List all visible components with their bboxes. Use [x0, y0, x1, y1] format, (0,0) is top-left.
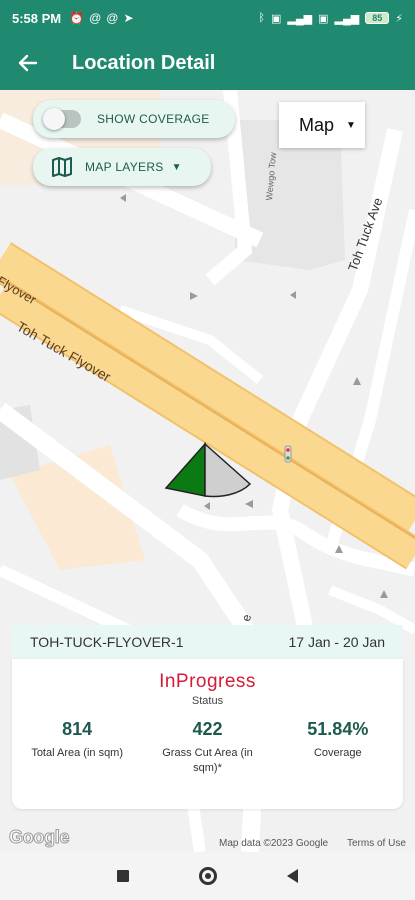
map-view[interactable]: Flyover Toh Tuck Flyover Toh Tuck Ave We…: [0, 90, 415, 852]
page-title: Location Detail: [72, 51, 216, 74]
stat-value: 814: [62, 719, 93, 739]
map-type-dropdown[interactable]: Map ▼: [279, 102, 365, 148]
status-bar: 5:58 PM ⏰ @ @ ➤ ᛒ ▣ ▂▄▆ ▣ ▂▄▆ 85 ⚡: [0, 0, 415, 36]
status-time: 5:58 PM: [12, 10, 62, 26]
signal-icon: ▂▄▆: [334, 12, 360, 25]
back-button[interactable]: [0, 36, 56, 90]
map-icon: [52, 157, 72, 177]
back-nav-button[interactable]: [287, 869, 298, 883]
coverage-switch[interactable]: [43, 108, 81, 130]
volte-icon: ▣: [271, 12, 282, 25]
stat-value: 422: [192, 719, 223, 739]
stat-label: Coverage: [313, 747, 362, 759]
stat-label: Grass Cut Area (in sqm)*: [162, 747, 253, 774]
status-value: InProgress: [159, 671, 256, 692]
location-summary-card: InProgress Status 814 Total Area (in sqm…: [12, 659, 403, 809]
at-icon: @: [89, 11, 102, 25]
charging-icon: ⚡: [395, 12, 403, 25]
chevron-down-icon: ▼: [171, 161, 182, 173]
terms-of-use-link[interactable]: Terms of Use: [347, 838, 406, 849]
google-logo: Google: [8, 827, 70, 848]
alarm-icon: ⏰: [69, 11, 85, 25]
recents-button[interactable]: [117, 870, 129, 882]
at-icon: @: [106, 11, 119, 25]
switch-knob: [43, 108, 65, 130]
location-header: TOH-TUCK-FLYOVER-1 17 Jan - 20 Jan: [12, 625, 403, 659]
map-layers-label: MAP LAYERS: [85, 160, 164, 174]
show-coverage-label: SHOW COVERAGE: [97, 112, 210, 126]
chevron-down-icon: ▼: [346, 119, 356, 131]
stat-label: Total Area (in sqm): [31, 747, 124, 759]
location-detail-panel: TOH-TUCK-FLYOVER-1 17 Jan - 20 Jan InPro…: [12, 625, 403, 809]
stat-value: 51.84%: [307, 719, 369, 739]
stats-row: 814 Total Area (in sqm) 422 Grass Cut Ar…: [12, 719, 403, 776]
telegram-icon: ➤: [123, 11, 134, 25]
location-name: TOH-TUCK-FLYOVER-1: [30, 634, 184, 650]
map-layers-button[interactable]: MAP LAYERS ▼: [33, 148, 211, 186]
signal-icon: ▂▄▆: [287, 12, 313, 25]
map-attribution: Map data ©2023 Google: [219, 838, 329, 849]
system-nav-bar: [0, 852, 415, 900]
arrow-left-icon: [18, 54, 38, 72]
map-type-value: Map: [299, 114, 335, 135]
status-label: Status: [191, 695, 224, 707]
app-bar: Location Detail: [0, 36, 415, 90]
home-button[interactable]: [199, 867, 217, 885]
date-range: 17 Jan - 20 Jan: [288, 634, 385, 650]
bluetooth-icon: ᛒ: [258, 12, 266, 24]
show-coverage-toggle[interactable]: SHOW COVERAGE: [33, 100, 235, 138]
stat-grass-cut-area: 422 Grass Cut Area (in sqm)*: [142, 719, 272, 776]
volte-icon: ▣: [318, 12, 329, 25]
battery-icon: 85: [365, 12, 390, 24]
stat-total-area: 814 Total Area (in sqm): [12, 719, 142, 776]
stat-coverage: 51.84% Coverage: [273, 719, 403, 776]
